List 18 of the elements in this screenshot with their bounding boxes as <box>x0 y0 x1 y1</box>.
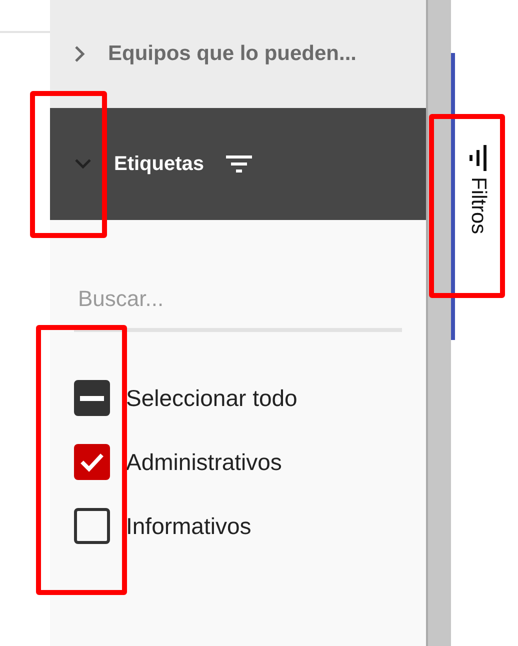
scrollbar[interactable] <box>426 0 451 646</box>
accordion-header[interactable]: Equipos que lo pueden... <box>50 0 426 108</box>
section-title: Etiquetas <box>114 152 204 176</box>
side-tab[interactable]: Filtros <box>451 53 501 340</box>
accordion-header[interactable]: Etiquetas <box>50 108 426 220</box>
checkbox[interactable] <box>74 444 110 480</box>
checkbox[interactable] <box>74 380 110 416</box>
filter-icon[interactable] <box>226 154 252 174</box>
check-icon <box>79 452 105 472</box>
checkbox[interactable] <box>74 508 110 544</box>
search-field[interactable]: Buscar... <box>74 286 402 332</box>
filter-icon <box>468 145 488 171</box>
chevron-right-icon[interactable] <box>74 45 86 63</box>
option-label: Informativos <box>126 512 252 540</box>
option-label: Seleccionar todo <box>126 384 298 412</box>
option-label: Administrativos <box>126 448 282 476</box>
minus-icon <box>80 396 104 400</box>
section-title: Equipos que lo pueden... <box>108 42 357 66</box>
